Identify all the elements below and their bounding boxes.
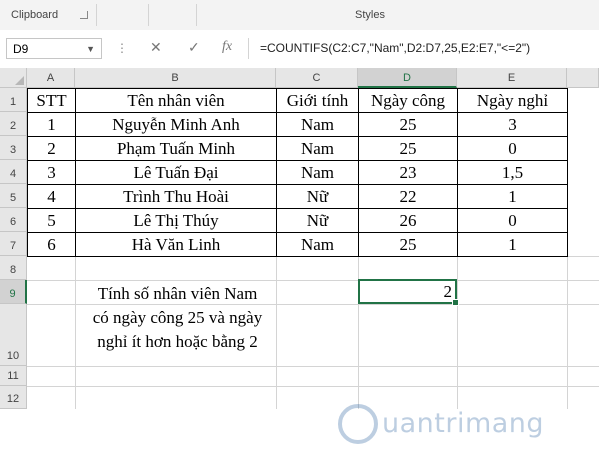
watermark: uantrimang: [338, 402, 593, 452]
column-header-b[interactable]: B: [75, 68, 276, 88]
table-cell[interactable]: 23: [359, 161, 457, 184]
table-cell[interactable]: 25: [359, 137, 457, 160]
table-cell[interactable]: Nam: [277, 233, 358, 256]
ribbon-separator: [148, 4, 149, 26]
column-header-c[interactable]: C: [276, 68, 358, 88]
row-header-3[interactable]: 3: [0, 136, 27, 160]
table-cell[interactable]: Nam: [277, 137, 358, 160]
table-cell[interactable]: Nguyễn Minh Anh: [76, 113, 276, 136]
table-cell[interactable]: Lê Tuấn Đại: [76, 161, 276, 184]
row-header-2[interactable]: 2: [0, 112, 27, 136]
table-cell[interactable]: 22: [359, 185, 457, 208]
table-cell[interactable]: 3: [458, 113, 567, 136]
header-employee-name[interactable]: Tên nhân viên: [76, 89, 276, 112]
column-header-e[interactable]: E: [457, 68, 567, 88]
gridline: [27, 386, 599, 387]
table-cell[interactable]: 3: [28, 161, 75, 184]
table-cell[interactable]: 26: [359, 209, 457, 232]
column-header-d[interactable]: D: [358, 68, 457, 88]
formula-bar: D9 ▼ ⋮ ✕ ✓ fx =COUNTIFS(C2:C7,"Nam",D2:D…: [0, 30, 599, 69]
gridline: [27, 366, 599, 367]
enter-icon[interactable]: ✓: [188, 39, 200, 56]
table-cell[interactable]: 0: [458, 137, 567, 160]
row-header-11[interactable]: 11: [0, 366, 27, 386]
table-border: [27, 256, 568, 257]
table-cell[interactable]: Nam: [277, 113, 358, 136]
row-header-1[interactable]: 1: [0, 88, 27, 112]
row-header-8[interactable]: 8: [0, 256, 27, 280]
column-header-f[interactable]: [567, 68, 599, 88]
header-work-days[interactable]: Ngày công: [359, 89, 457, 112]
table-cell[interactable]: Nữ: [277, 185, 358, 208]
table-cell[interactable]: 25: [359, 113, 457, 136]
explanation-note[interactable]: Tính số nhân viên Nam có ngày công 25 và…: [77, 282, 278, 354]
note-line: Tính số nhân viên Nam: [97, 284, 258, 303]
active-cell-d9[interactable]: 2: [358, 279, 459, 306]
styles-group-label: Styles: [355, 9, 385, 21]
row-header-9[interactable]: 9: [0, 280, 27, 304]
header-days-off[interactable]: Ngày nghỉ: [458, 89, 567, 112]
header-stt[interactable]: STT: [28, 89, 75, 112]
table-cell[interactable]: Nam: [277, 161, 358, 184]
insert-function-icon[interactable]: fx: [222, 39, 232, 55]
ribbon-separator: [196, 4, 197, 26]
table-cell[interactable]: 0: [458, 209, 567, 232]
table-cell[interactable]: 1,5: [458, 161, 567, 184]
table-cell[interactable]: Nữ: [277, 209, 358, 232]
note-line: có ngày công 25 và ngày: [92, 308, 263, 327]
watermark-logo-icon: [338, 404, 378, 444]
table-cell[interactable]: Hà Văn Linh: [76, 233, 276, 256]
more-options-icon[interactable]: ⋮: [116, 41, 129, 55]
name-box-value: D9: [13, 42, 29, 56]
table-cell[interactable]: 4: [28, 185, 75, 208]
row-header-10[interactable]: 10: [0, 304, 27, 366]
clipboard-group-label: Clipboard: [11, 9, 59, 21]
table-cell[interactable]: Trình Thu Hoài: [76, 185, 276, 208]
clipboard-dialog-launcher-icon[interactable]: [80, 11, 88, 19]
ribbon-separator: [96, 4, 97, 26]
formula-input[interactable]: =COUNTIFS(C2:C7,"Nam",D2:D7,25,E2:E7,"<=…: [248, 38, 599, 59]
row-header-5[interactable]: 5: [0, 184, 27, 208]
chevron-down-icon[interactable]: ▼: [86, 39, 95, 60]
table-cell[interactable]: 2: [28, 137, 75, 160]
row-header-12[interactable]: 12: [0, 386, 27, 409]
column-header-a[interactable]: A: [27, 68, 75, 88]
row-header-7[interactable]: 7: [0, 232, 27, 256]
table-cell[interactable]: 1: [458, 233, 567, 256]
gridline: [27, 280, 599, 281]
table-cell[interactable]: 1: [28, 113, 75, 136]
name-box[interactable]: D9 ▼: [6, 38, 102, 59]
select-all-button[interactable]: [0, 68, 27, 88]
table-border: [567, 88, 568, 256]
note-line: nghỉ ít hơn hoặc bằng 2: [97, 332, 258, 351]
table-cell[interactable]: 5: [28, 209, 75, 232]
table-cell[interactable]: 6: [28, 233, 75, 256]
table-cell[interactable]: Phạm Tuấn Minh: [76, 137, 276, 160]
table-cell[interactable]: Lê Thị Thúy: [76, 209, 276, 232]
row-header-6[interactable]: 6: [0, 208, 27, 232]
row-header-4[interactable]: 4: [0, 160, 27, 184]
worksheet-grid[interactable]: A B C D E 1 2 3 4 5 6 7 8 9 10 11 12 STT…: [0, 68, 599, 444]
table-cell[interactable]: 1: [458, 185, 567, 208]
cancel-icon[interactable]: ✕: [150, 39, 162, 56]
ribbon-group-strip: Clipboard Styles: [0, 0, 599, 31]
table-cell[interactable]: 25: [359, 233, 457, 256]
watermark-text: uantrimang: [382, 408, 545, 439]
header-gender[interactable]: Giới tính: [277, 89, 358, 112]
